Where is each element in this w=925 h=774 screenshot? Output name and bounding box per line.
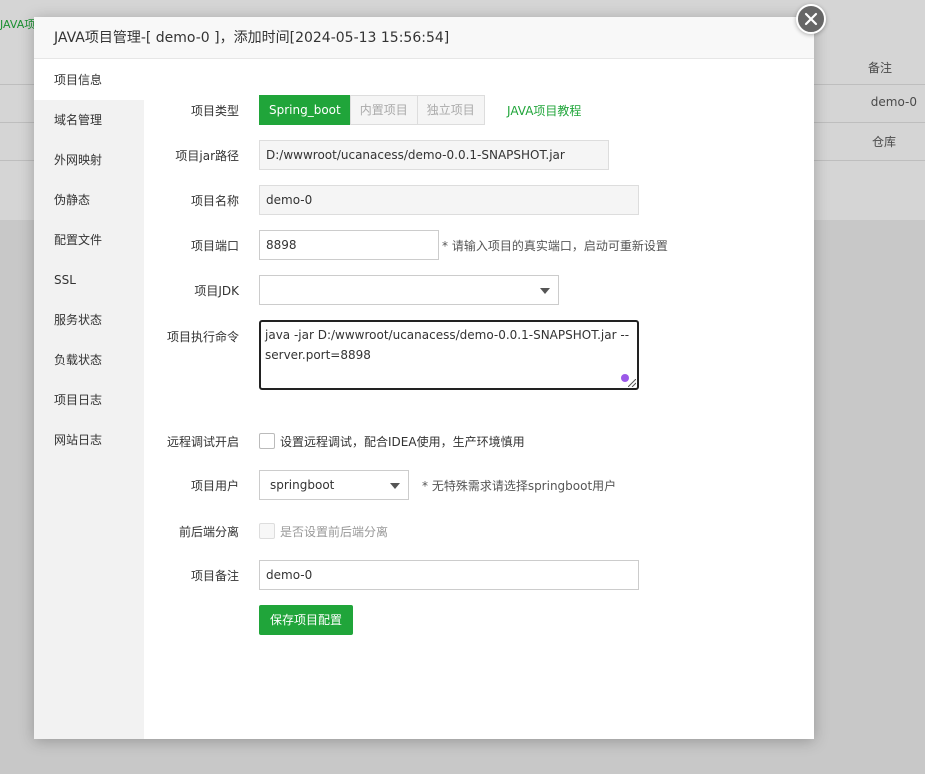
form-row-separation: 前后端分离 是否设置前后端分离 — [144, 520, 814, 542]
user-label: 项目用户 — [190, 478, 239, 493]
sidebar-item-config-file[interactable]: 配置文件 — [34, 220, 144, 260]
form-row-jar-path: 项目jar路径 D:/wwwroot/ucanacess/demo-0.0.1-… — [144, 140, 814, 170]
sidebar-item-load-status[interactable]: 负载状态 — [34, 340, 144, 380]
type-label: 项目类型 — [190, 103, 239, 118]
form-row-jdk: 项目JDK — [144, 275, 814, 305]
chevron-down-icon — [540, 288, 550, 294]
form-row-save: 保存项目配置 — [144, 605, 814, 635]
form-row-type: 项目类型 Spring_boot 内置项目 独立项目 JAVA项目教程 — [144, 95, 814, 125]
separation-text: 是否设置前后端分离 — [280, 524, 389, 539]
command-textarea[interactable]: java -jar D:/wwwroot/ucanacess/demo-0.0.… — [259, 320, 639, 390]
sidebar-item-project-log[interactable]: 项目日志 — [34, 380, 144, 420]
port-input[interactable]: 8898 — [259, 230, 439, 260]
project-info-form: 项目类型 Spring_boot 内置项目 独立项目 JAVA项目教程 项目ja… — [144, 60, 814, 739]
java-project-dialog: JAVA项目管理-[ demo-0 ]，添加时间[2024-05-13 15:5… — [34, 17, 814, 739]
command-text: java -jar D:/wwwroot/ucanacess/demo-0.0.… — [265, 328, 630, 362]
jar-path-input[interactable]: D:/wwwroot/ucanacess/demo-0.0.1-SNAPSHOT… — [259, 140, 609, 170]
remote-debug-checkbox[interactable] — [259, 433, 275, 449]
port-label: 项目端口 — [190, 238, 239, 253]
remote-debug-label: 远程调试开启 — [166, 434, 239, 449]
remark-label: 项目备注 — [190, 568, 239, 583]
jdk-label: 项目JDK — [194, 283, 239, 298]
remark-input[interactable]: demo-0 — [259, 560, 639, 590]
command-label: 项目执行命令 — [166, 330, 239, 344]
sidebar-item-service-status[interactable]: 服务状态 — [34, 300, 144, 340]
dialog-sidebar: 项目信息 域名管理 外网映射 伪静态 配置文件 SSL 服务状态 负载状态 项目… — [34, 60, 144, 739]
sidebar-item-domain[interactable]: 域名管理 — [34, 100, 144, 140]
type-option-standalone[interactable]: 独立项目 — [416, 95, 485, 125]
type-option-spring-boot[interactable]: Spring_boot — [259, 95, 351, 125]
jar-path-label: 项目jar路径 — [175, 148, 239, 163]
java-tutorial-link[interactable]: JAVA项目教程 — [507, 102, 581, 119]
sidebar-item-site-log[interactable]: 网站日志 — [34, 420, 144, 460]
user-hint: * 无特殊需求请选择springboot用户 — [422, 478, 617, 493]
form-row-remote-debug: 远程调试开启 设置远程调试，配合IDEA使用，生产环境慎用 — [144, 430, 814, 452]
name-label: 项目名称 — [190, 193, 239, 208]
project-name-input[interactable]: demo-0 — [259, 185, 639, 215]
port-hint: * 请输入项目的真实端口，启动可重新设置 — [442, 238, 668, 253]
dialog-close-button[interactable] — [796, 4, 826, 34]
remote-debug-text: 设置远程调试，配合IDEA使用，生产环境慎用 — [280, 434, 525, 449]
form-row-command: 项目执行命令 java -jar D:/wwwroot/ucanacess/de… — [144, 320, 814, 390]
sidebar-item-project-info[interactable]: 项目信息 — [34, 60, 144, 100]
type-option-builtin[interactable]: 内置项目 — [349, 95, 418, 125]
form-row-user: 项目用户 springboot * 无特殊需求请选择springboot用户 — [144, 470, 814, 500]
save-config-button[interactable]: 保存项目配置 — [259, 605, 354, 635]
form-row-remark: 项目备注 demo-0 — [144, 560, 814, 590]
chevron-down-icon — [390, 483, 400, 489]
sidebar-item-ssl[interactable]: SSL — [34, 260, 144, 300]
dialog-title: JAVA项目管理-[ demo-0 ]，添加时间[2024-05-13 15:5… — [34, 17, 814, 59]
form-row-port: 项目端口 8898 * 请输入项目的真实端口，启动可重新设置 — [144, 230, 814, 260]
form-row-name: 项目名称 demo-0 — [144, 185, 814, 215]
sidebar-item-external-mapping[interactable]: 外网映射 — [34, 140, 144, 180]
jdk-select[interactable] — [259, 275, 559, 305]
separation-checkbox[interactable] — [259, 523, 275, 539]
separation-label: 前后端分离 — [178, 524, 239, 539]
close-icon — [804, 12, 818, 26]
sidebar-item-rewrite[interactable]: 伪静态 — [34, 180, 144, 220]
user-select-value: springboot — [270, 478, 335, 492]
user-select[interactable]: springboot — [259, 470, 409, 500]
project-type-selector: Spring_boot 内置项目 独立项目 — [259, 95, 485, 125]
resize-grip-icon[interactable] — [628, 379, 636, 387]
